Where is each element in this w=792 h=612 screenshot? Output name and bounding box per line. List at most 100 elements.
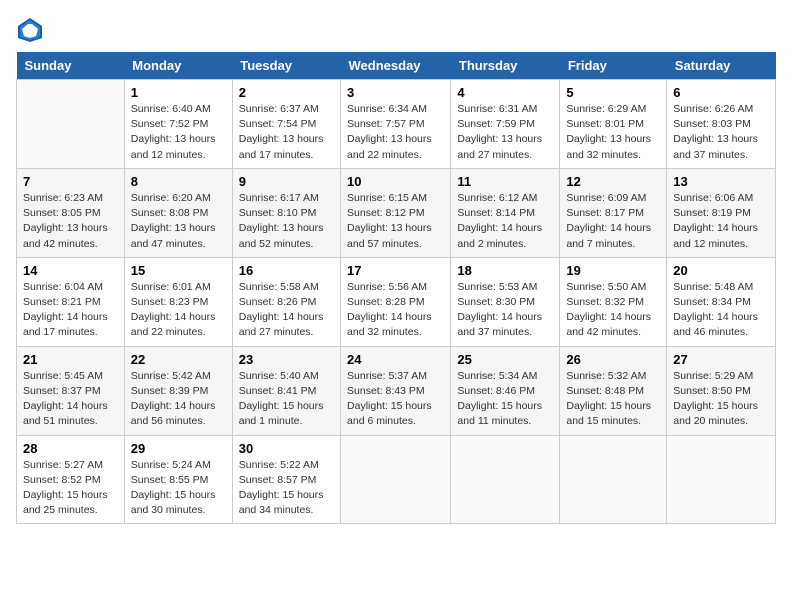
- calendar-cell: 25 Sunrise: 5:34 AM Sunset: 8:46 PM Dayli…: [451, 346, 560, 435]
- calendar-cell: 9 Sunrise: 6:17 AM Sunset: 8:10 PM Daylig…: [232, 168, 340, 257]
- day-number: 13: [673, 174, 769, 189]
- day-number: 15: [131, 263, 226, 278]
- calendar-cell: 5 Sunrise: 6:29 AM Sunset: 8:01 PM Daylig…: [560, 80, 667, 169]
- weekday-row: SundayMondayTuesdayWednesdayThursdayFrid…: [17, 52, 776, 80]
- weekday-header-wednesday: Wednesday: [341, 52, 451, 80]
- calendar-week-1: 1Sunrise: 6:40 AM Sunset: 7:52 PM Daylig…: [17, 80, 776, 169]
- calendar-cell: 7 Sunrise: 6:23 AM Sunset: 8:05 PM Daylig…: [17, 168, 125, 257]
- day-info: Sunrise: 5:27 AM Sunset: 8:52 PM Dayligh…: [23, 458, 118, 519]
- calendar-body: 1Sunrise: 6:40 AM Sunset: 7:52 PM Daylig…: [17, 80, 776, 524]
- day-number: 16: [239, 263, 334, 278]
- calendar-header: SundayMondayTuesdayWednesdayThursdayFrid…: [17, 52, 776, 80]
- calendar-cell: 14 Sunrise: 6:04 AM Sunset: 8:21 PM Dayli…: [17, 257, 125, 346]
- day-info: Sunrise: 6:17 AM Sunset: 8:10 PM Dayligh…: [239, 191, 334, 252]
- day-number: 26: [566, 352, 660, 367]
- day-info: Sunrise: 5:24 AM Sunset: 8:55 PM Dayligh…: [131, 458, 226, 519]
- calendar-cell: 16 Sunrise: 5:58 AM Sunset: 8:26 PM Dayli…: [232, 257, 340, 346]
- calendar-cell: 22 Sunrise: 5:42 AM Sunset: 8:39 PM Dayli…: [124, 346, 232, 435]
- logo: [16, 16, 48, 44]
- day-info: Sunrise: 5:29 AM Sunset: 8:50 PM Dayligh…: [673, 369, 769, 430]
- day-info: Sunrise: 5:48 AM Sunset: 8:34 PM Dayligh…: [673, 280, 769, 341]
- calendar-cell: 30Sunrise: 5:22 AM Sunset: 8:57 PM Dayli…: [232, 435, 340, 524]
- day-number: 29: [131, 441, 226, 456]
- calendar-cell: 18 Sunrise: 5:53 AM Sunset: 8:30 PM Dayli…: [451, 257, 560, 346]
- day-info: Sunrise: 5:32 AM Sunset: 8:48 PM Dayligh…: [566, 369, 660, 430]
- calendar-cell: 24Sunrise: 5:37 AM Sunset: 8:43 PM Dayli…: [341, 346, 451, 435]
- calendar-cell: 1Sunrise: 6:40 AM Sunset: 7:52 PM Daylig…: [124, 80, 232, 169]
- day-number: 14: [23, 263, 118, 278]
- day-info: Sunrise: 6:29 AM Sunset: 8:01 PM Dayligh…: [566, 102, 660, 163]
- calendar-cell: 8 Sunrise: 6:20 AM Sunset: 8:08 PM Daylig…: [124, 168, 232, 257]
- calendar-cell: 17 Sunrise: 5:56 AM Sunset: 8:28 PM Dayli…: [341, 257, 451, 346]
- day-info: Sunrise: 6:31 AM Sunset: 7:59 PM Dayligh…: [457, 102, 553, 163]
- calendar-cell: 20 Sunrise: 5:48 AM Sunset: 8:34 PM Dayli…: [667, 257, 776, 346]
- day-number: 19: [566, 263, 660, 278]
- day-info: Sunrise: 6:23 AM Sunset: 8:05 PM Dayligh…: [23, 191, 118, 252]
- weekday-header-thursday: Thursday: [451, 52, 560, 80]
- weekday-header-sunday: Sunday: [17, 52, 125, 80]
- day-number: 5: [566, 85, 660, 100]
- calendar-cell: 2 Sunrise: 6:37 AM Sunset: 7:54 PM Daylig…: [232, 80, 340, 169]
- day-info: Sunrise: 6:15 AM Sunset: 8:12 PM Dayligh…: [347, 191, 444, 252]
- calendar-cell: [341, 435, 451, 524]
- day-number: 10: [347, 174, 444, 189]
- day-number: 22: [131, 352, 226, 367]
- day-number: 20: [673, 263, 769, 278]
- day-number: 2: [239, 85, 334, 100]
- calendar-table: SundayMondayTuesdayWednesdayThursdayFrid…: [16, 52, 776, 524]
- weekday-header-monday: Monday: [124, 52, 232, 80]
- day-info: Sunrise: 6:26 AM Sunset: 8:03 PM Dayligh…: [673, 102, 769, 163]
- day-info: Sunrise: 5:45 AM Sunset: 8:37 PM Dayligh…: [23, 369, 118, 430]
- day-number: 18: [457, 263, 553, 278]
- day-number: 25: [457, 352, 553, 367]
- day-info: Sunrise: 6:37 AM Sunset: 7:54 PM Dayligh…: [239, 102, 334, 163]
- day-number: 28: [23, 441, 118, 456]
- day-number: 9: [239, 174, 334, 189]
- page-header: [16, 16, 776, 44]
- calendar-cell: [667, 435, 776, 524]
- day-info: Sunrise: 5:56 AM Sunset: 8:28 PM Dayligh…: [347, 280, 444, 341]
- logo-icon: [16, 16, 44, 44]
- day-info: Sunrise: 6:06 AM Sunset: 8:19 PM Dayligh…: [673, 191, 769, 252]
- day-number: 8: [131, 174, 226, 189]
- day-number: 17: [347, 263, 444, 278]
- calendar-cell: [451, 435, 560, 524]
- calendar-week-2: 7 Sunrise: 6:23 AM Sunset: 8:05 PM Daylig…: [17, 168, 776, 257]
- calendar-cell: 27 Sunrise: 5:29 AM Sunset: 8:50 PM Dayli…: [667, 346, 776, 435]
- day-number: 11: [457, 174, 553, 189]
- calendar-cell: 28 Sunrise: 5:27 AM Sunset: 8:52 PM Dayli…: [17, 435, 125, 524]
- calendar-cell: [560, 435, 667, 524]
- day-number: 27: [673, 352, 769, 367]
- calendar-cell: 15 Sunrise: 6:01 AM Sunset: 8:23 PM Dayli…: [124, 257, 232, 346]
- day-number: 7: [23, 174, 118, 189]
- day-number: 3: [347, 85, 444, 100]
- weekday-header-tuesday: Tuesday: [232, 52, 340, 80]
- calendar-week-3: 14 Sunrise: 6:04 AM Sunset: 8:21 PM Dayli…: [17, 257, 776, 346]
- day-info: Sunrise: 6:40 AM Sunset: 7:52 PM Dayligh…: [131, 102, 226, 163]
- calendar-cell: 11 Sunrise: 6:12 AM Sunset: 8:14 PM Dayli…: [451, 168, 560, 257]
- day-number: 21: [23, 352, 118, 367]
- day-info: Sunrise: 5:34 AM Sunset: 8:46 PM Dayligh…: [457, 369, 553, 430]
- calendar-week-4: 21 Sunrise: 5:45 AM Sunset: 8:37 PM Dayli…: [17, 346, 776, 435]
- day-number: 6: [673, 85, 769, 100]
- calendar-cell: 6 Sunrise: 6:26 AM Sunset: 8:03 PM Daylig…: [667, 80, 776, 169]
- calendar-week-5: 28 Sunrise: 5:27 AM Sunset: 8:52 PM Dayli…: [17, 435, 776, 524]
- day-info: Sunrise: 6:09 AM Sunset: 8:17 PM Dayligh…: [566, 191, 660, 252]
- day-info: Sunrise: 6:20 AM Sunset: 8:08 PM Dayligh…: [131, 191, 226, 252]
- calendar-cell: 26 Sunrise: 5:32 AM Sunset: 8:48 PM Dayli…: [560, 346, 667, 435]
- day-info: Sunrise: 5:42 AM Sunset: 8:39 PM Dayligh…: [131, 369, 226, 430]
- day-info: Sunrise: 5:37 AM Sunset: 8:43 PM Dayligh…: [347, 369, 444, 430]
- day-info: Sunrise: 5:58 AM Sunset: 8:26 PM Dayligh…: [239, 280, 334, 341]
- day-info: Sunrise: 5:53 AM Sunset: 8:30 PM Dayligh…: [457, 280, 553, 341]
- day-info: Sunrise: 6:04 AM Sunset: 8:21 PM Dayligh…: [23, 280, 118, 341]
- calendar-cell: 29 Sunrise: 5:24 AM Sunset: 8:55 PM Dayli…: [124, 435, 232, 524]
- weekday-header-friday: Friday: [560, 52, 667, 80]
- calendar-cell: [17, 80, 125, 169]
- day-info: Sunrise: 5:22 AM Sunset: 8:57 PM Dayligh…: [239, 458, 334, 519]
- day-info: Sunrise: 6:12 AM Sunset: 8:14 PM Dayligh…: [457, 191, 553, 252]
- day-info: Sunrise: 5:50 AM Sunset: 8:32 PM Dayligh…: [566, 280, 660, 341]
- day-number: 23: [239, 352, 334, 367]
- day-info: Sunrise: 5:40 AM Sunset: 8:41 PM Dayligh…: [239, 369, 334, 430]
- calendar-cell: 23 Sunrise: 5:40 AM Sunset: 8:41 PM Dayli…: [232, 346, 340, 435]
- day-info: Sunrise: 6:01 AM Sunset: 8:23 PM Dayligh…: [131, 280, 226, 341]
